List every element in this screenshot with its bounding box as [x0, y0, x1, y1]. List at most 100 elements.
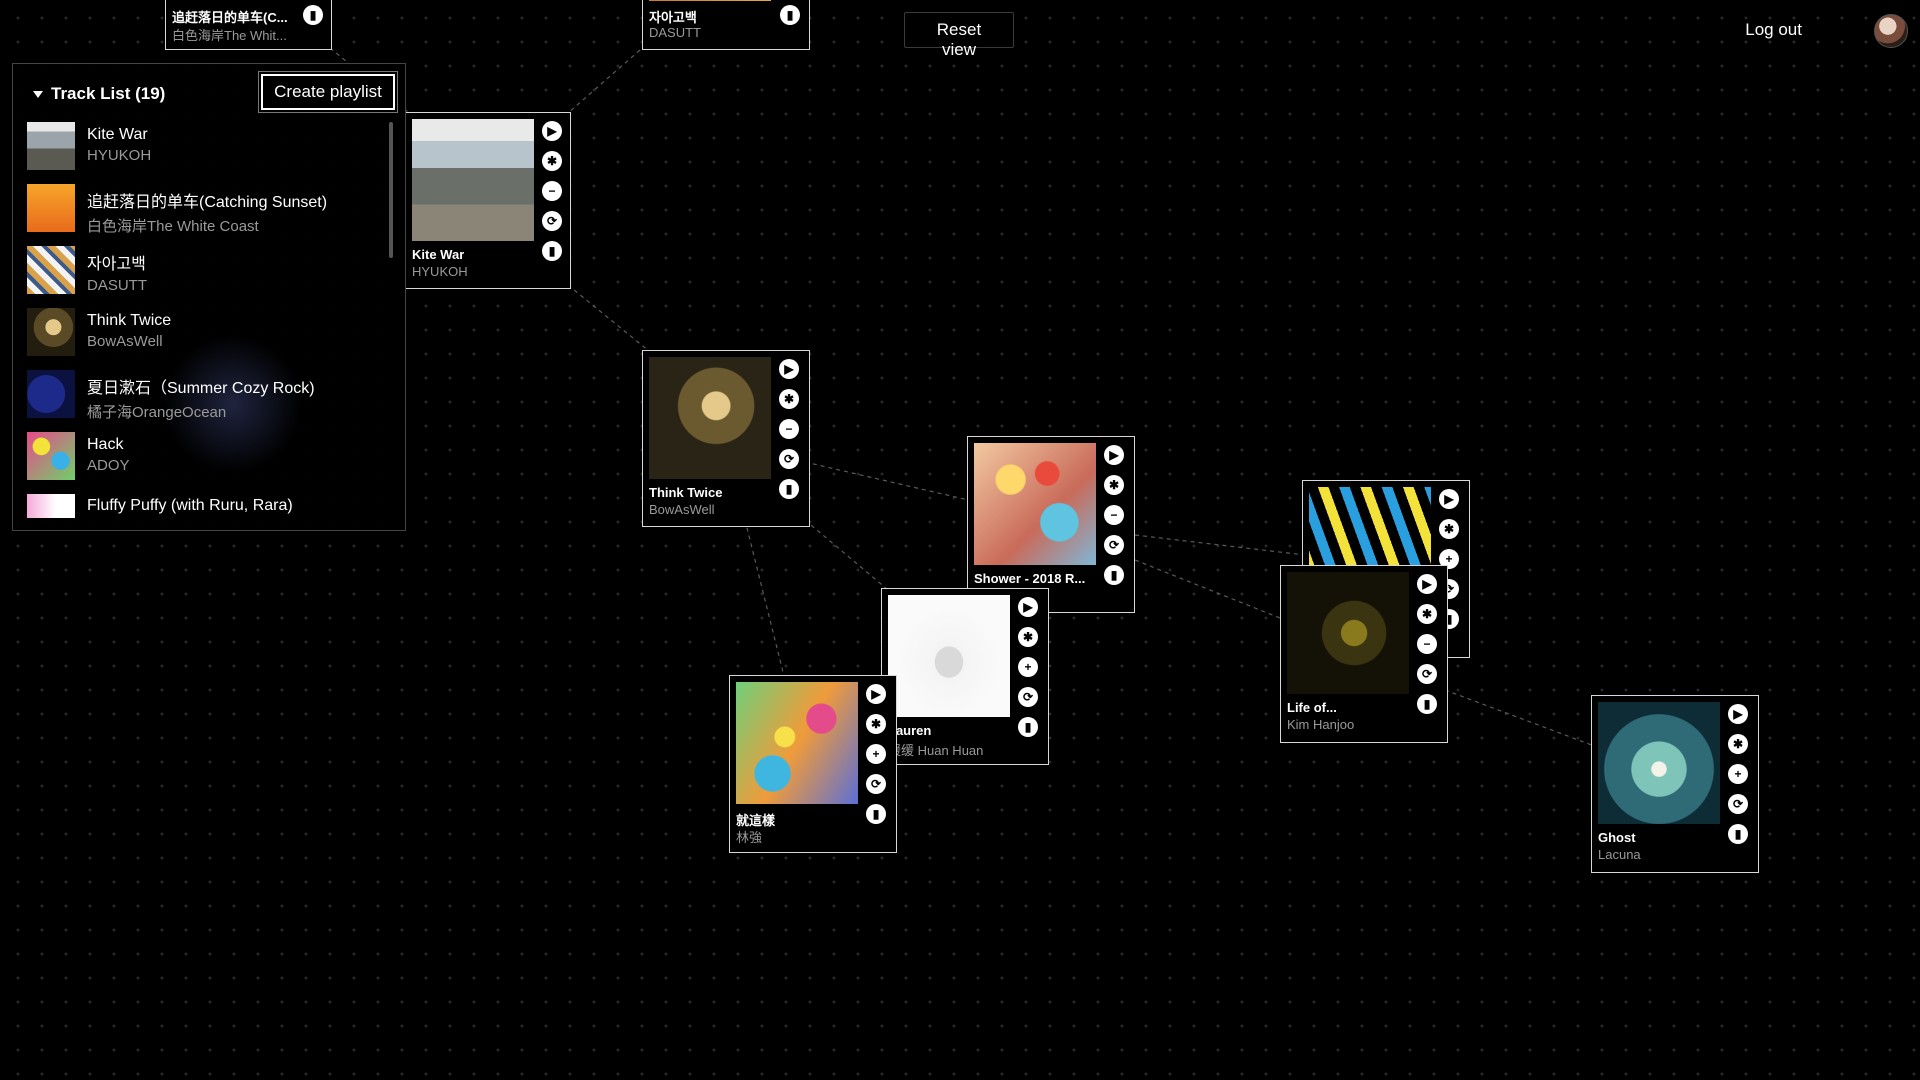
track-card-jaagobaek[interactable]: 자아고백 DASUTT ▮: [642, 0, 810, 50]
play-icon[interactable]: ▶: [866, 684, 886, 704]
minus-icon[interactable]: −: [1104, 505, 1124, 525]
album-art: [974, 443, 1096, 565]
album-art: [736, 682, 858, 804]
list-item[interactable]: 자아고백 DASUTT: [27, 246, 389, 308]
track-card-lauren[interactable]: Lauren 缓缓 Huan Huan ▶ ✱ + ⟳ ▮: [881, 588, 1049, 765]
list-item[interactable]: Fluffy Puffy (with Ruru, Rara): [27, 494, 389, 524]
star-icon[interactable]: ✱: [1439, 519, 1459, 539]
list-item[interactable]: Think Twice BowAsWell: [27, 308, 389, 370]
card-artist: DASUTT: [649, 25, 701, 40]
star-icon[interactable]: ✱: [866, 714, 886, 734]
play-icon[interactable]: ▶: [779, 359, 799, 379]
card-title: Shower - 2018 R...: [974, 571, 1086, 586]
delete-icon[interactable]: ▮: [542, 241, 562, 261]
track-list-scrollbar[interactable]: [389, 122, 393, 258]
track-thumbnail: [27, 308, 75, 356]
track-card-jiu-zhe-yang[interactable]: 就這樣 林強 ▶ ✱ + ⟳ ▮: [729, 675, 897, 853]
star-icon[interactable]: ✱: [1417, 604, 1437, 624]
card-title: 追赶落日的单车(C...: [172, 10, 288, 25]
logout-link[interactable]: Log out: [1745, 20, 1802, 40]
track-card-think-twice[interactable]: Think Twice BowAsWell ▶ ✱ − ⟳ ▮: [642, 350, 810, 527]
track-card-life-of[interactable]: Life of... Kim Hanjoo ▶ ✱ − ⟳ ▮: [1280, 565, 1448, 743]
refresh-icon[interactable]: ⟳: [1728, 794, 1748, 814]
play-icon[interactable]: ▶: [1018, 597, 1038, 617]
delete-icon[interactable]: ▮: [1104, 565, 1124, 585]
card-title: Ghost: [1598, 830, 1636, 845]
reset-view-button[interactable]: Reset view: [904, 12, 1014, 59]
delete-icon[interactable]: ▮: [1728, 824, 1748, 844]
delete-icon[interactable]: ▮: [1417, 694, 1437, 714]
play-icon[interactable]: ▶: [1104, 445, 1124, 465]
refresh-icon[interactable]: ⟳: [866, 774, 886, 794]
track-artist: HYUKOH: [87, 147, 152, 164]
play-icon[interactable]: ▶: [1728, 704, 1748, 724]
refresh-icon[interactable]: ⟳: [1104, 535, 1124, 555]
minus-icon[interactable]: −: [1417, 634, 1437, 654]
star-icon[interactable]: ✱: [542, 151, 562, 171]
card-artist: HYUKOH: [412, 264, 468, 279]
track-list-panel: Track List (19) Create playlist Kite War…: [12, 63, 406, 531]
star-icon[interactable]: ✱: [1104, 475, 1124, 495]
track-list-toggle[interactable]: Track List (19): [33, 84, 165, 104]
star-icon[interactable]: ✱: [1728, 734, 1748, 754]
minus-icon[interactable]: −: [779, 419, 799, 439]
star-icon[interactable]: ✱: [779, 389, 799, 409]
minus-icon[interactable]: −: [542, 181, 562, 201]
track-artist: 橘子海OrangeOcean: [87, 404, 227, 421]
track-title: Think Twice: [87, 312, 172, 329]
track-card-shower[interactable]: Shower - 2018 R... ▶ ✱ − ⟳ ▮: [967, 436, 1135, 613]
star-icon[interactable]: ✱: [1018, 627, 1038, 647]
plus-icon[interactable]: +: [1728, 764, 1748, 784]
track-card-ghost[interactable]: Ghost Lacuna ▶ ✱ + ⟳ ▮: [1591, 695, 1759, 873]
refresh-icon[interactable]: ⟳: [779, 449, 799, 469]
play-icon[interactable]: ▶: [1417, 574, 1437, 594]
list-item[interactable]: 夏日漱石（Summer Cozy Rock) 橘子海OrangeOcean: [27, 370, 389, 432]
delete-icon[interactable]: ▮: [779, 479, 799, 499]
create-playlist-button[interactable]: Create playlist: [261, 74, 395, 110]
track-title: Kite War: [87, 126, 148, 143]
track-title: Hack: [87, 436, 124, 453]
track-card-kite-war[interactable]: Kite War HYUKOH ▶ ✱ − ⟳ ▮: [405, 112, 571, 289]
track-title: 자아고백: [87, 256, 146, 273]
plus-icon[interactable]: +: [866, 744, 886, 764]
track-thumbnail: [27, 122, 75, 170]
delete-icon[interactable]: ▮: [780, 5, 800, 25]
track-title: 夏日漱石（Summer Cozy Rock): [87, 380, 315, 397]
track-artist: ADOY: [87, 457, 130, 474]
refresh-icon[interactable]: ⟳: [1018, 687, 1038, 707]
track-title: 追赶落日的单车(Catching Sunset): [87, 194, 328, 211]
album-art: [649, 357, 771, 479]
track-thumbnail: [27, 370, 75, 418]
track-thumbnail: [27, 184, 75, 232]
card-artist: Kim Hanjoo: [1287, 717, 1355, 732]
list-item[interactable]: Hack ADOY: [27, 432, 389, 494]
track-thumbnail: [27, 432, 75, 480]
delete-icon[interactable]: ▮: [303, 5, 323, 25]
delete-icon[interactable]: ▮: [1018, 717, 1038, 737]
album-art: [1287, 572, 1409, 694]
track-thumbnail: [27, 246, 75, 294]
list-item[interactable]: Kite War HYUKOH: [27, 122, 389, 184]
album-art: [649, 0, 771, 1]
refresh-icon[interactable]: ⟳: [542, 211, 562, 231]
caret-down-icon: [33, 90, 43, 98]
track-card-catching-sunset[interactable]: 追赶落日的单车(C... 白色海岸The Whit... ▮: [165, 0, 332, 50]
user-avatar[interactable]: [1874, 14, 1908, 48]
album-art: [1598, 702, 1720, 824]
track-thumbnail: [27, 494, 75, 518]
play-icon[interactable]: ▶: [542, 121, 562, 141]
list-item[interactable]: 追赶落日的单车(Catching Sunset) 白色海岸The White Co…: [27, 184, 389, 246]
card-artist: BowAsWell: [649, 502, 715, 517]
card-artist: 白色海岸The Whit...: [172, 28, 287, 43]
plus-icon[interactable]: +: [1018, 657, 1038, 677]
track-artist: 白色海岸The White Coast: [87, 218, 259, 235]
track-artist: BowAsWell: [87, 333, 163, 350]
play-icon[interactable]: ▶: [1439, 489, 1459, 509]
card-artist: Lacuna: [1598, 847, 1641, 862]
card-title: Kite War: [412, 247, 465, 262]
delete-icon[interactable]: ▮: [866, 804, 886, 824]
track-title: Fluffy Puffy (with Ruru, Rara): [87, 497, 293, 514]
refresh-icon[interactable]: ⟳: [1417, 664, 1437, 684]
card-artist: 缓缓 Huan Huan: [888, 743, 984, 758]
card-title: Life of...: [1287, 700, 1337, 715]
